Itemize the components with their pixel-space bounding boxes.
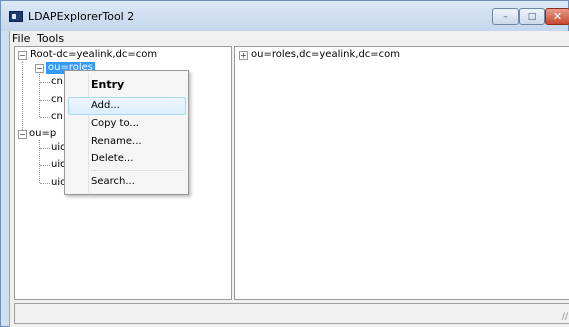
detail-pane[interactable]: + ou=roles,dc=yealink,dc=com — [234, 46, 569, 300]
tree-connector — [22, 61, 23, 77]
tree-node-root[interactable]: Root-dc=yealink,dc=com — [30, 49, 157, 61]
context-menu-search[interactable]: Search... — [91, 176, 135, 187]
tree-node-role-child[interactable]: cn — [51, 111, 63, 123]
window-title: LDAPExplorerTool 2 — [28, 10, 135, 23]
close-icon: ✕ — [552, 10, 563, 23]
context-menu-add[interactable]: Add... — [91, 100, 120, 111]
title-bar[interactable]: LDAPExplorerTool 2 – □ ✕ — [1, 1, 569, 31]
minimize-icon: – — [503, 11, 508, 22]
tree-node-role-child[interactable]: cn — [51, 94, 63, 106]
root-collapse-icon[interactable]: − — [18, 51, 27, 60]
menu-bar: File Tools — [10, 31, 569, 45]
minimize-button[interactable]: – — [492, 8, 519, 25]
tree-connector — [40, 183, 50, 184]
context-menu-rename[interactable]: Rename... — [91, 136, 142, 147]
tree-connector — [39, 74, 40, 117]
tree-node-people[interactable]: ou=p — [29, 128, 56, 140]
context-menu: Entry Add... Copy to... Rename... Delete… — [64, 70, 189, 195]
menu-gutter — [88, 73, 89, 193]
tree-connector — [39, 140, 40, 183]
tree-connector — [40, 117, 50, 118]
close-button[interactable]: ✕ — [545, 8, 569, 25]
tree-connector — [40, 100, 50, 101]
detail-expand-icon[interactable]: + — [239, 51, 248, 60]
context-menu-copy-to[interactable]: Copy to... — [91, 118, 139, 129]
tree-connector — [40, 165, 50, 166]
context-menu-delete[interactable]: Delete... — [91, 153, 133, 164]
context-menu-add-highlight[interactable] — [68, 97, 186, 115]
status-bar: // — [14, 303, 569, 324]
people-collapse-icon[interactable]: − — [18, 130, 27, 139]
tree-connector — [40, 82, 50, 83]
detail-node-roles[interactable]: ou=roles,dc=yealink,dc=com — [251, 49, 400, 61]
roles-collapse-icon[interactable]: − — [35, 64, 44, 73]
menu-file[interactable]: File — [12, 32, 30, 45]
app-window: LDAPExplorerTool 2 – □ ✕ File Tools − Ro… — [0, 0, 569, 327]
context-menu-entry-header: Entry — [91, 78, 125, 91]
tree-connector — [40, 148, 50, 149]
resize-grip-icon[interactable]: // — [562, 312, 568, 322]
menu-separator — [91, 170, 185, 171]
menu-tools[interactable]: Tools — [37, 32, 64, 45]
maximize-button[interactable]: □ — [519, 8, 545, 25]
maximize-icon: □ — [527, 11, 537, 22]
app-window-icon — [9, 11, 23, 22]
tree-connector — [22, 77, 23, 134]
tree-node-role-child[interactable]: cn — [51, 76, 63, 88]
